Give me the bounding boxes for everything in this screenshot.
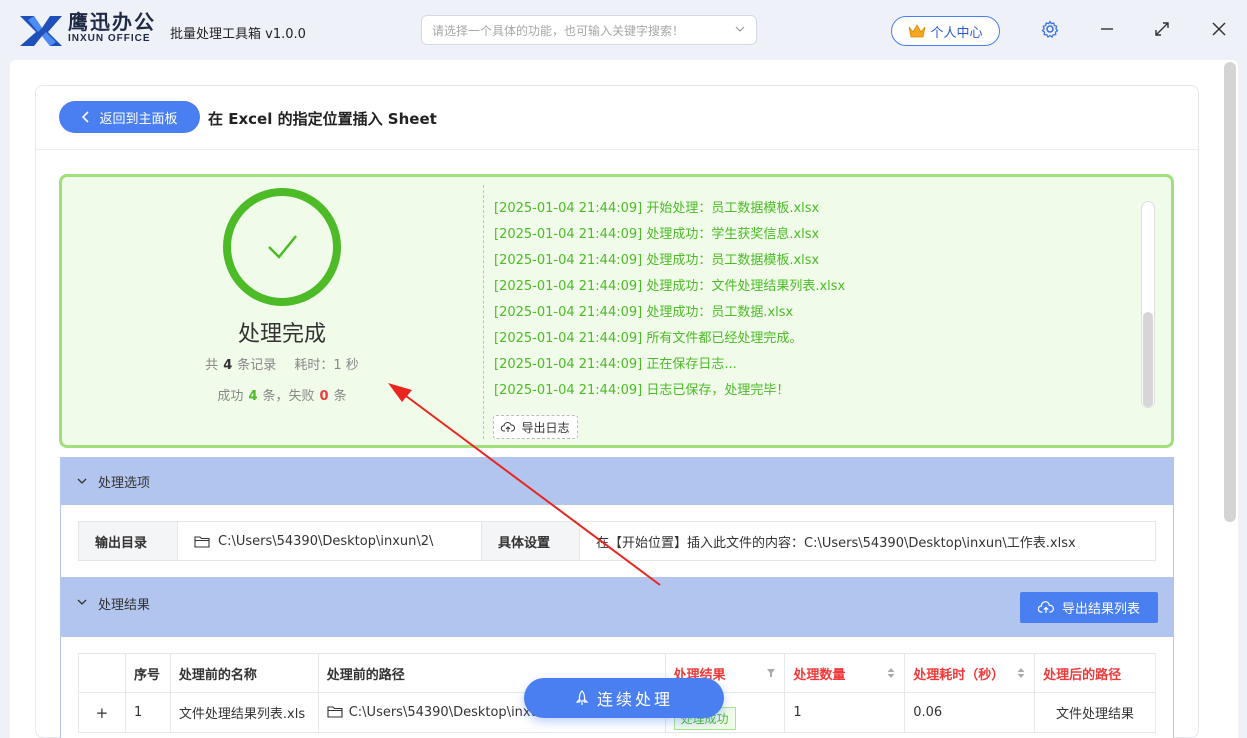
chevron-down-icon[interactable] bbox=[734, 23, 746, 35]
time-prefix: 耗时： bbox=[294, 358, 333, 373]
user-center-button[interactable]: 个人中心 bbox=[891, 16, 1000, 46]
minimize-icon[interactable] bbox=[1098, 20, 1116, 38]
total-suffix: 条记录 bbox=[237, 358, 276, 373]
log-line: [2025-01-04 21:44:09] 日志已保存，处理完毕！ bbox=[494, 381, 845, 407]
cloud-upload-icon bbox=[501, 421, 515, 433]
settings-value: 在【开始位置】插入此文件的内容：C:\Users\54390\Desktop\i… bbox=[579, 522, 1155, 560]
completion-title: 处理完成 bbox=[62, 316, 502, 348]
row-index: 1 bbox=[125, 693, 170, 733]
log-scrollbar[interactable] bbox=[1141, 201, 1155, 408]
row-output-path[interactable]: 文件处理结果 bbox=[1035, 693, 1156, 733]
export-results-label: 导出结果列表 bbox=[1062, 598, 1140, 617]
folder-icon bbox=[327, 705, 343, 718]
result-panel: 处理完成 共4条记录 耗时：1 秒 成功4条，失败0条 [2025-01-04 … bbox=[59, 174, 1174, 448]
log-line: [2025-01-04 21:44:09] 处理成功：员工数据.xlsx bbox=[494, 303, 845, 329]
column-header-time[interactable]: 处理耗时（秒） bbox=[905, 654, 1035, 693]
log-list: [2025-01-04 21:44:09] 开始处理：员工数据模板.xlsx [… bbox=[494, 199, 845, 407]
expand-row-button[interactable]: + bbox=[79, 693, 126, 733]
gear-icon[interactable] bbox=[1041, 20, 1059, 38]
user-center-label: 个人中心 bbox=[930, 22, 982, 41]
success-summary: 成功 4 条，失败 0条 bbox=[62, 385, 502, 404]
page-title: 在 Excel 的指定位置插入 Sheet bbox=[208, 108, 437, 129]
chevron-down-icon[interactable] bbox=[76, 475, 88, 487]
folder-icon bbox=[194, 535, 210, 548]
count-header-label: 处理数量 bbox=[793, 664, 845, 683]
success-suffix: 条，失败 bbox=[262, 389, 314, 404]
log-scrollbar-thumb[interactable] bbox=[1143, 312, 1153, 407]
rocket-icon bbox=[575, 690, 589, 706]
expand-column-header bbox=[79, 654, 126, 693]
log-line: [2025-01-04 21:44:09] 所有文件都已经处理完成。 bbox=[494, 329, 845, 355]
success-prefix: 成功 bbox=[217, 389, 243, 404]
log-line: [2025-01-04 21:44:09] 开始处理：员工数据模板.xlsx bbox=[494, 199, 845, 225]
output-dir-path: C:\Users\54390\Desktop\inxun\2\ bbox=[218, 534, 433, 549]
crown-icon bbox=[908, 23, 926, 39]
fail-suffix: 条 bbox=[334, 389, 347, 404]
row-path-text: C:\Users\54390\Desktop\inxun\ bbox=[349, 705, 552, 720]
success-check-icon bbox=[221, 186, 343, 308]
row-name: 文件处理结果列表.xls bbox=[170, 693, 318, 733]
filter-icon[interactable] bbox=[766, 666, 776, 680]
continue-processing-button[interactable]: 连续处理 bbox=[524, 678, 724, 718]
back-button-label: 返回到主面板 bbox=[99, 108, 177, 127]
divider bbox=[483, 185, 484, 439]
cloud-upload-icon bbox=[1038, 601, 1054, 614]
brand-name: 鹰迅办公 bbox=[68, 11, 156, 33]
output-dir-key: 输出目录 bbox=[79, 522, 177, 560]
options-section-header[interactable]: 处理选项 bbox=[60, 457, 1174, 505]
close-icon[interactable] bbox=[1210, 20, 1228, 38]
export-log-label: 导出日志 bbox=[521, 419, 569, 436]
page-scrollbar-thumb[interactable] bbox=[1224, 62, 1236, 522]
column-header-name: 处理前的名称 bbox=[170, 654, 318, 693]
fail-count: 0 bbox=[320, 389, 329, 404]
record-summary: 共4 条记录 耗时：1 秒 bbox=[62, 354, 502, 373]
row-time: 0.06 bbox=[905, 693, 1035, 733]
log-line: [2025-01-04 21:44:09] 处理成功：员工数据模板.xlsx bbox=[494, 251, 845, 277]
column-header-count[interactable]: 处理数量 bbox=[785, 654, 905, 693]
results-section-header[interactable]: 处理结果 bbox=[60, 577, 1174, 637]
settings-key: 具体设置 bbox=[481, 522, 579, 560]
total-count: 4 bbox=[223, 358, 232, 373]
time-header-label: 处理耗时（秒） bbox=[913, 664, 1004, 683]
maximize-icon[interactable] bbox=[1153, 20, 1171, 38]
page-scrollbar[interactable] bbox=[1224, 62, 1236, 738]
output-dir-value: C:\Users\54390\Desktop\inxun\2\ bbox=[177, 522, 481, 560]
log-line: [2025-01-04 21:44:09] 正在保存日志... bbox=[494, 355, 845, 381]
sort-icon[interactable] bbox=[886, 666, 896, 680]
inxun-logo-icon bbox=[18, 12, 64, 48]
page-header: 返回到主面板 在 Excel 的指定位置插入 Sheet bbox=[36, 86, 1200, 150]
column-header-index: 序号 bbox=[125, 654, 170, 693]
success-count: 4 bbox=[248, 389, 257, 404]
search-box[interactable] bbox=[421, 15, 757, 45]
results-section-label: 处理结果 bbox=[98, 594, 150, 613]
continue-processing-label: 连续处理 bbox=[597, 686, 673, 710]
export-results-button[interactable]: 导出结果列表 bbox=[1020, 592, 1158, 623]
column-header-output-path: 处理后的路径 bbox=[1035, 654, 1156, 693]
search-input[interactable] bbox=[432, 22, 728, 40]
title-bar: 鹰迅办公 INXUN OFFICE 批量处理工具箱 v1.0.0 个人中心 bbox=[0, 0, 1247, 60]
total-prefix: 共 bbox=[205, 358, 218, 373]
chevron-left-icon bbox=[81, 111, 91, 123]
options-section-label: 处理选项 bbox=[98, 472, 150, 491]
brand: 鹰迅办公 INXUN OFFICE bbox=[68, 11, 156, 45]
brand-name-en: INXUN OFFICE bbox=[68, 33, 156, 45]
back-to-dashboard-button[interactable]: 返回到主面板 bbox=[59, 101, 200, 133]
app-title: 批量处理工具箱 v1.0.0 bbox=[170, 23, 306, 42]
log-line: [2025-01-04 21:44:09] 处理成功：文件处理结果列表.xlsx bbox=[494, 277, 845, 303]
row-count: 1 bbox=[785, 693, 905, 733]
log-line: [2025-01-04 21:44:09] 处理成功：学生获奖信息.xlsx bbox=[494, 225, 845, 251]
options-table: 输出目录 C:\Users\54390\Desktop\inxun\2\ 具体设… bbox=[78, 521, 1156, 561]
time-value: 1 秒 bbox=[333, 358, 358, 373]
sort-icon[interactable] bbox=[1016, 666, 1026, 680]
chevron-down-icon[interactable] bbox=[76, 596, 88, 608]
export-log-button[interactable]: 导出日志 bbox=[493, 415, 578, 439]
